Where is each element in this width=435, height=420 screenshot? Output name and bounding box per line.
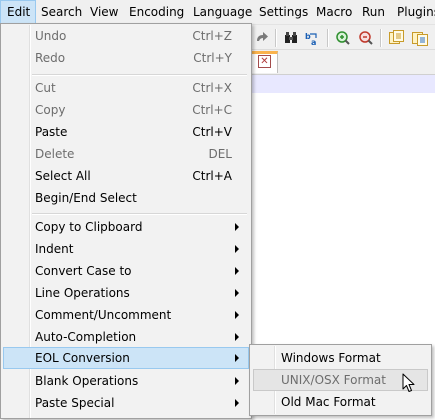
menu-settings[interactable]: Settings bbox=[259, 0, 308, 24]
edit-menu: Undo Ctrl+Z Redo Ctrl+Y Cut Ctrl+X Copy … bbox=[0, 23, 252, 419]
menu-item-label: Redo bbox=[35, 51, 66, 65]
menu-item-label: Blank Operations bbox=[35, 374, 139, 388]
sync-v-icon[interactable] bbox=[388, 30, 404, 46]
sync-h-icon[interactable] bbox=[412, 30, 428, 46]
menu-item-label: Copy to Clipboard bbox=[35, 220, 143, 234]
menu-item-eol-conversion[interactable]: EOL Conversion bbox=[3, 347, 249, 369]
menu-item-label: Old Mac Format bbox=[281, 395, 376, 409]
submenu-arrow-icon bbox=[235, 267, 239, 275]
menu-item-redo[interactable]: Redo Ctrl+Y bbox=[3, 47, 249, 69]
menu-macro[interactable]: Macro bbox=[316, 0, 352, 24]
mouse-pointer-icon bbox=[402, 373, 415, 392]
menu-separator bbox=[32, 74, 247, 76]
submenu-arrow-icon bbox=[235, 289, 239, 297]
menu-item-label: Delete bbox=[35, 147, 75, 161]
menu-item-undo[interactable]: Undo Ctrl+Z bbox=[3, 25, 249, 47]
menu-item-copy[interactable]: Copy Ctrl+C bbox=[3, 99, 249, 121]
zoom-out-icon[interactable] bbox=[358, 30, 374, 46]
svg-text:a: a bbox=[311, 38, 316, 46]
toolbar-separator bbox=[327, 29, 329, 47]
submenu-arrow-icon bbox=[235, 311, 239, 319]
menu-item-label: Paste bbox=[35, 125, 68, 139]
redo-icon[interactable] bbox=[254, 30, 270, 46]
menu-item-select-all[interactable]: Select All Ctrl+A bbox=[3, 165, 249, 187]
menu-item-comment-uncomment[interactable]: Comment/Uncomment bbox=[3, 304, 249, 326]
submenu-arrow-icon bbox=[235, 354, 239, 362]
menu-item-label: Windows Format bbox=[281, 351, 381, 365]
menu-item-label: Undo bbox=[35, 29, 67, 43]
menu-item-label: Begin/End Select bbox=[35, 191, 137, 205]
menu-search[interactable]: Search bbox=[41, 0, 82, 24]
submenu-arrow-icon bbox=[235, 223, 239, 231]
menu-separator bbox=[32, 213, 247, 215]
menu-item-begin-end-select[interactable]: Begin/End Select bbox=[3, 187, 249, 209]
toolbar-separator bbox=[275, 29, 277, 47]
menu-item-label: Copy bbox=[35, 103, 66, 117]
menu-item-indent[interactable]: Indent bbox=[3, 238, 249, 260]
find-icon[interactable] bbox=[283, 30, 299, 46]
menu-run[interactable]: Run bbox=[362, 0, 385, 24]
menu-edit[interactable]: Edit bbox=[0, 0, 36, 24]
submenu-arrow-icon bbox=[235, 333, 239, 341]
menu-item-blank-operations[interactable]: Blank Operations bbox=[3, 370, 249, 392]
current-line-highlight bbox=[250, 75, 435, 93]
menu-item-label: UNIX/OSX Format bbox=[281, 373, 386, 387]
menu-item-shortcut: Ctrl+Y bbox=[193, 51, 232, 65]
menu-item-auto-completion[interactable]: Auto-Completion bbox=[3, 326, 249, 348]
menu-item-shortcut: DEL bbox=[208, 147, 232, 161]
menu-encoding[interactable]: Encoding bbox=[129, 0, 184, 24]
menu-item-shortcut: Ctrl+C bbox=[192, 103, 232, 117]
submenu-arrow-icon bbox=[235, 377, 239, 385]
menu-language[interactable]: Language bbox=[193, 0, 252, 24]
menu-item-paste[interactable]: Paste Ctrl+V bbox=[3, 121, 249, 143]
close-tab-icon[interactable]: ✕ bbox=[258, 55, 271, 68]
menu-item-shortcut: Ctrl+A bbox=[192, 169, 232, 183]
menu-item-delete[interactable]: Delete DEL bbox=[3, 143, 249, 165]
menu-item-cut[interactable]: Cut Ctrl+X bbox=[3, 77, 249, 99]
replace-icon[interactable]: ba bbox=[305, 30, 321, 47]
menu-plugins[interactable]: Plugins bbox=[397, 0, 435, 24]
toolbar-separator bbox=[380, 29, 382, 47]
menu-item-label: Cut bbox=[35, 81, 56, 95]
menu-item-label: Comment/Uncomment bbox=[35, 308, 172, 322]
menu-item-label: Convert Case to bbox=[35, 264, 132, 278]
menu-item-label: Indent bbox=[35, 242, 74, 256]
submenu-item-windows-format[interactable]: Windows Format bbox=[253, 347, 428, 369]
submenu-arrow-icon bbox=[235, 399, 239, 407]
menu-item-convert-case[interactable]: Convert Case to bbox=[3, 260, 249, 282]
zoom-in-icon[interactable] bbox=[335, 30, 351, 46]
menu-item-copy-to-clipboard[interactable]: Copy to Clipboard bbox=[3, 216, 249, 238]
menu-item-label: Auto-Completion bbox=[35, 330, 137, 344]
menu-view[interactable]: View bbox=[90, 0, 118, 24]
menu-item-label: Line Operations bbox=[35, 286, 130, 300]
menu-item-line-operations[interactable]: Line Operations bbox=[3, 282, 249, 304]
submenu-arrow-icon bbox=[235, 245, 239, 253]
menu-item-label: Paste Special bbox=[35, 396, 115, 410]
menu-item-shortcut: Ctrl+Z bbox=[192, 29, 232, 43]
menu-item-label: Select All bbox=[35, 169, 91, 183]
menu-item-paste-special[interactable]: Paste Special bbox=[3, 392, 249, 414]
menu-bar: Edit Search View Encoding Language Setti… bbox=[0, 0, 435, 25]
menu-item-shortcut: Ctrl+X bbox=[192, 81, 232, 95]
menu-item-label: EOL Conversion bbox=[35, 351, 130, 365]
menu-item-shortcut: Ctrl+V bbox=[192, 125, 232, 139]
